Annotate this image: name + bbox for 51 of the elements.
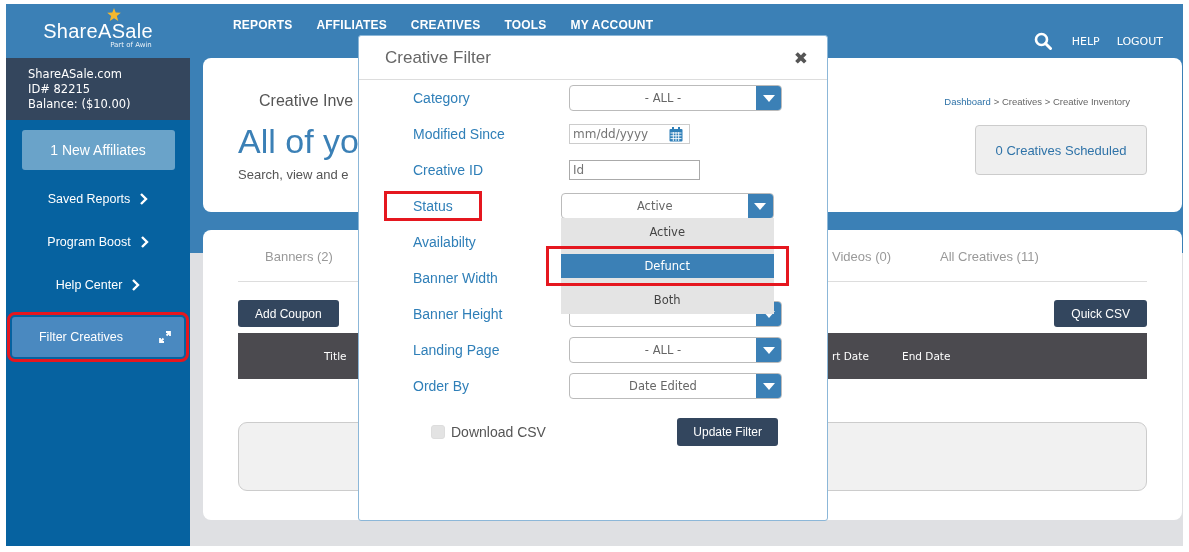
field-label: Order By bbox=[412, 377, 470, 396]
checkbox-label: Download CSV bbox=[451, 424, 546, 440]
sidebar-link[interactable]: Help Center bbox=[55, 274, 141, 296]
tab[interactable]: Banners (2) bbox=[265, 249, 333, 264]
nav-link[interactable]: TOOLS bbox=[504, 18, 547, 32]
close-button[interactable]: ✖ bbox=[793, 47, 808, 68]
tab[interactable]: All Creatives (11) bbox=[940, 249, 1039, 264]
dropdown[interactable]: Active bbox=[560, 193, 774, 219]
logo-text[interactable]: ShareASale bbox=[43, 21, 153, 41]
field-label: Modified Since bbox=[412, 125, 506, 144]
dropdown[interactable]: Date Edited bbox=[569, 373, 782, 399]
field-label: Banner Width bbox=[412, 269, 499, 288]
new-affiliates-button[interactable]: 1 New Affiliates bbox=[21, 130, 175, 170]
header-link[interactable]: HELP bbox=[1071, 34, 1100, 48]
nav-link[interactable]: AFFILIATES bbox=[316, 18, 387, 32]
field-label: Availabilty bbox=[412, 233, 477, 252]
page-subtitle: Search, view and e bbox=[238, 167, 350, 182]
dropdown-option[interactable]: Defunct bbox=[545, 246, 789, 286]
account-text: ShareASale.com bbox=[28, 67, 123, 82]
field-label: Creative ID bbox=[412, 161, 485, 180]
dropdown-option[interactable]: Both bbox=[560, 288, 774, 312]
dropdown[interactable]: - ALL - bbox=[569, 85, 782, 111]
sidebar-link[interactable]: Program Boost bbox=[47, 231, 149, 253]
page-title: Creative Inve bbox=[258, 92, 355, 110]
field-label: Category bbox=[412, 89, 471, 108]
nav-link[interactable]: CREATIVES bbox=[410, 18, 481, 32]
field-label: Landing Page bbox=[412, 341, 501, 360]
page-heading: All of yo bbox=[238, 122, 359, 161]
column-header: End Date bbox=[902, 350, 951, 362]
date-field[interactable]: mm/dd/yyyy bbox=[569, 124, 690, 144]
account-text: ID# 82215 bbox=[28, 82, 92, 97]
nav-link[interactable]: REPORTS bbox=[233, 18, 293, 32]
breadcrumb-text: > Creatives > Creative Inventory bbox=[993, 96, 1130, 107]
field-label: Status bbox=[387, 194, 479, 218]
account-text: Balance: ($10.00) bbox=[28, 97, 132, 112]
dropdown[interactable]: - ALL - bbox=[569, 337, 782, 363]
column-header: Title bbox=[324, 350, 347, 362]
field-label: Banner Height bbox=[412, 305, 504, 324]
text-field[interactable]: Id bbox=[569, 160, 700, 180]
action-button[interactable]: Quick CSV bbox=[1054, 300, 1147, 327]
breadcrumb-link[interactable]: Dashboard bbox=[944, 96, 991, 107]
sidebar-link[interactable]: Saved Reports bbox=[47, 188, 149, 210]
update-filter-button[interactable]: Update Filter bbox=[677, 418, 778, 446]
action-button[interactable]: Add Coupon bbox=[238, 300, 339, 327]
dropdown-option[interactable]: Active bbox=[560, 220, 774, 244]
nav-link[interactable]: MY ACCOUNT bbox=[570, 18, 654, 32]
column-header: rt Date bbox=[832, 350, 869, 362]
header-link[interactable]: LOGOUT bbox=[1116, 34, 1163, 48]
scheduled-button[interactable]: 0 Creatives Scheduled bbox=[975, 125, 1147, 175]
dialog-title: Creative Filter bbox=[385, 47, 491, 68]
tab[interactable]: Videos (0) bbox=[832, 249, 891, 264]
